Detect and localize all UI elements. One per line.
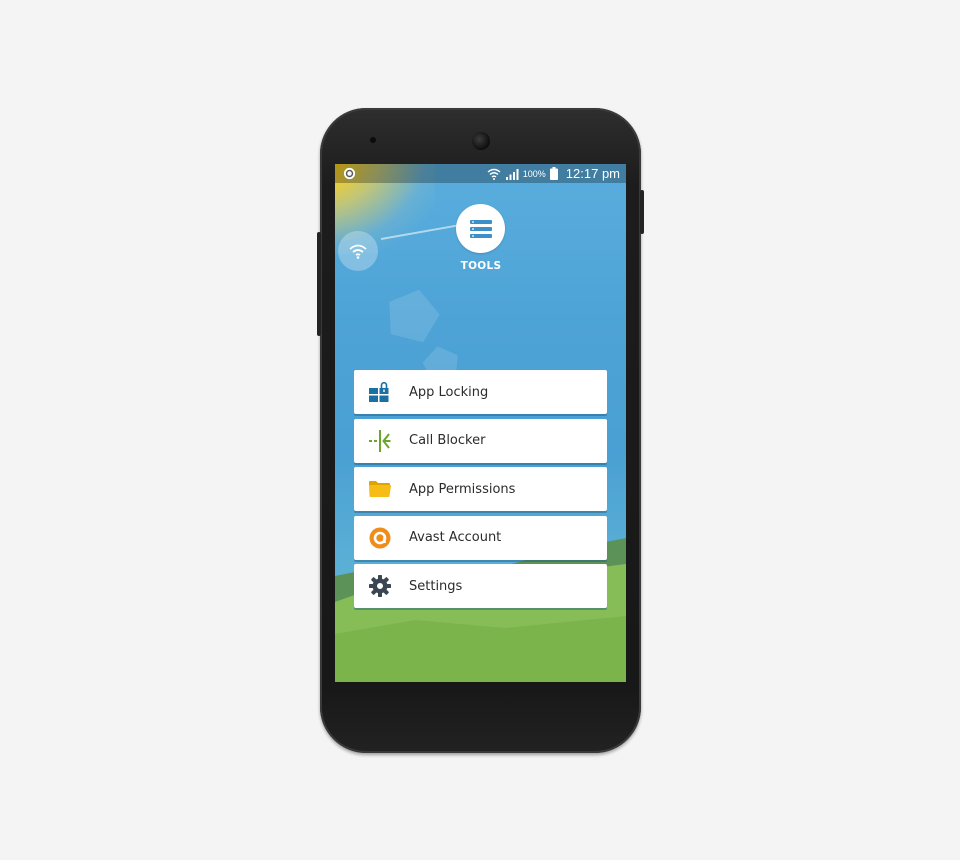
menu-item-avast-account[interactable]: Avast Account <box>354 515 607 560</box>
tools-menu: App Locking Call Blocker App Permissions… <box>354 370 607 613</box>
gear-icon <box>368 574 392 598</box>
proximity-sensor <box>370 137 376 143</box>
menu-item-call-blocker[interactable]: Call Blocker <box>354 418 607 463</box>
tools-label: TOOLS <box>460 260 502 272</box>
signal-icon <box>505 168 519 180</box>
avast-logo-icon <box>368 526 392 550</box>
tools-list-icon <box>469 219 492 238</box>
menu-item-label: App Permissions <box>409 481 516 497</box>
battery-icon <box>549 167 558 180</box>
menu-item-label: Avast Account <box>409 530 502 545</box>
wifi-icon <box>487 168 501 180</box>
status-bar: 100% 12:17 pm <box>335 164 626 183</box>
menu-item-label: App Locking <box>409 384 489 400</box>
background-pentagon <box>382 283 445 344</box>
power-button <box>640 190 644 234</box>
wifi-bubble-button[interactable] <box>338 231 378 271</box>
menu-item-label: Call Blocker <box>409 433 486 448</box>
volume-button <box>317 232 321 336</box>
menu-item-app-locking[interactable]: App Locking <box>354 370 607 414</box>
phone-screen: 100% 12:17 pm TOOLS App Locking Call Blo… <box>335 164 626 682</box>
menu-item-app-permissions[interactable]: App Permissions <box>354 467 607 511</box>
menu-item-settings[interactable]: Settings <box>354 564 607 608</box>
tools-button[interactable] <box>456 204 505 253</box>
app-locking-icon <box>368 380 392 404</box>
status-time: 12:17 pm <box>565 166 620 181</box>
call-blocker-icon <box>368 429 392 453</box>
menu-item-label: Settings <box>409 578 463 594</box>
earpiece-speaker <box>472 132 490 150</box>
status-indicators: 100% 12:17 pm <box>487 166 620 181</box>
folder-icon <box>368 477 392 501</box>
battery-percent: 100% <box>522 168 546 179</box>
wifi-icon <box>349 244 367 259</box>
avast-notification-icon <box>343 167 356 180</box>
